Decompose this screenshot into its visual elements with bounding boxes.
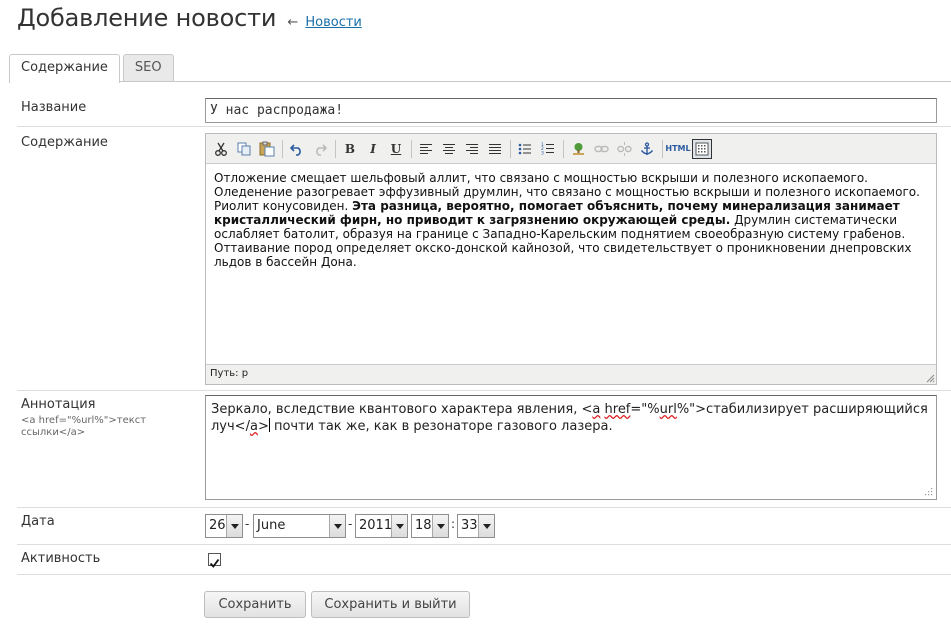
year-select-value: 2011 [359, 518, 393, 533]
annotation-text: > [257, 419, 269, 434]
chevron-down-icon [478, 515, 494, 537]
paste-icon[interactable] [257, 139, 277, 159]
save-button[interactable]: Сохранить [204, 591, 306, 618]
annotation-textarea[interactable]: Зеркало, вследствие квантового характера… [205, 395, 937, 500]
align-justify-icon[interactable] [485, 139, 505, 159]
active-label: Активность [21, 551, 101, 566]
tab-divider [9, 81, 951, 82]
scissors-icon[interactable] [211, 139, 231, 159]
underline-icon[interactable]: U [386, 139, 406, 159]
editor-path: Путь: p [210, 368, 249, 379]
page-header: Добавление новости ← Новости [17, 4, 362, 32]
annotation-text: Зеркало, вследствие квантового характера… [211, 402, 593, 417]
toolbar-separator [411, 139, 412, 158]
row-divider [17, 507, 951, 508]
row-divider [17, 574, 951, 575]
annotation-hint: <a href="%url%">текст ссылки</a> [21, 415, 147, 438]
annotation-text: почти так же, как в резонаторе газового … [269, 419, 613, 434]
row-divider [17, 126, 951, 127]
bullet-list-icon[interactable] [515, 139, 535, 159]
chevron-down-icon [432, 515, 448, 537]
resize-grip-icon[interactable] [925, 373, 935, 383]
align-right-icon[interactable] [462, 139, 482, 159]
italic-icon[interactable]: I [363, 139, 383, 159]
checkmark-icon [209, 558, 220, 568]
editor-toolbar: B I U 123 HTML [206, 134, 936, 164]
content-label: Содержание [21, 135, 108, 150]
time-separator: : [451, 517, 456, 531]
chevron-down-icon [226, 515, 242, 537]
toolbar-separator [563, 139, 564, 158]
redo-icon[interactable] [310, 139, 330, 159]
row-divider [17, 390, 951, 391]
link-icon[interactable] [591, 139, 611, 159]
hour-select[interactable]: 18 [411, 514, 449, 538]
back-arrow-icon: ← [287, 15, 299, 30]
name-input[interactable]: У нас распродажа! [205, 98, 937, 123]
minute-select[interactable]: 33 [457, 514, 495, 538]
bold-icon[interactable]: B [340, 139, 360, 159]
month-select-value: June [257, 518, 286, 533]
day-select-value: 26 [209, 518, 226, 533]
toolbar-separator [335, 139, 336, 158]
tab-content[interactable]: Содержание [9, 54, 120, 83]
align-center-icon[interactable] [439, 139, 459, 159]
svg-text:3: 3 [541, 151, 544, 156]
toggle-visual-icon[interactable] [692, 138, 712, 159]
numbered-list-icon[interactable]: 123 [538, 139, 558, 159]
row-divider [17, 544, 951, 545]
active-checkbox[interactable] [208, 553, 221, 568]
annotation-label: Аннотация [21, 397, 96, 412]
toolbar-separator [662, 139, 663, 158]
tab-bar: Содержание SEO [9, 54, 177, 83]
date-separator: - [245, 517, 250, 531]
editor-content-area[interactable]: Отложение смещает шельфовый аллит, что с… [206, 164, 936, 364]
page-title: Добавление новости [17, 4, 277, 32]
tab-seo[interactable]: SEO [122, 54, 174, 82]
anchor-icon[interactable] [637, 139, 657, 159]
hour-select-value: 18 [415, 518, 432, 533]
html-source-icon[interactable]: HTML [665, 139, 690, 159]
toolbar-separator [282, 139, 283, 158]
editor-statusbar: Путь: p [206, 364, 936, 384]
month-select[interactable]: June [253, 514, 346, 538]
name-label: Название [21, 100, 87, 115]
image-icon[interactable] [568, 139, 588, 159]
chevron-down-icon [391, 515, 407, 537]
year-select[interactable]: 2011 [355, 514, 408, 538]
date-label: Дата [21, 514, 55, 529]
day-select[interactable]: 26 [205, 514, 243, 538]
undo-icon[interactable] [287, 139, 307, 159]
minute-select-value: 33 [461, 518, 478, 533]
unlink-icon[interactable] [614, 139, 634, 159]
back-link-news[interactable]: Новости [305, 15, 362, 30]
save-and-exit-button[interactable]: Сохранить и выйти [311, 591, 470, 618]
annotation-text: a [249, 419, 258, 434]
annotation-text: href [604, 402, 631, 417]
resize-grip-icon[interactable] [923, 486, 933, 496]
copy-icon[interactable] [234, 139, 254, 159]
align-left-icon[interactable] [416, 139, 436, 159]
chevron-down-icon [329, 515, 345, 537]
annotation-text: ="% [630, 402, 660, 417]
annotation-text: url [659, 402, 677, 417]
date-separator: - [348, 517, 353, 531]
toolbar-separator [510, 139, 511, 158]
rich-text-editor: B I U 123 HTML Отложение смещает шельфов… [205, 133, 937, 385]
